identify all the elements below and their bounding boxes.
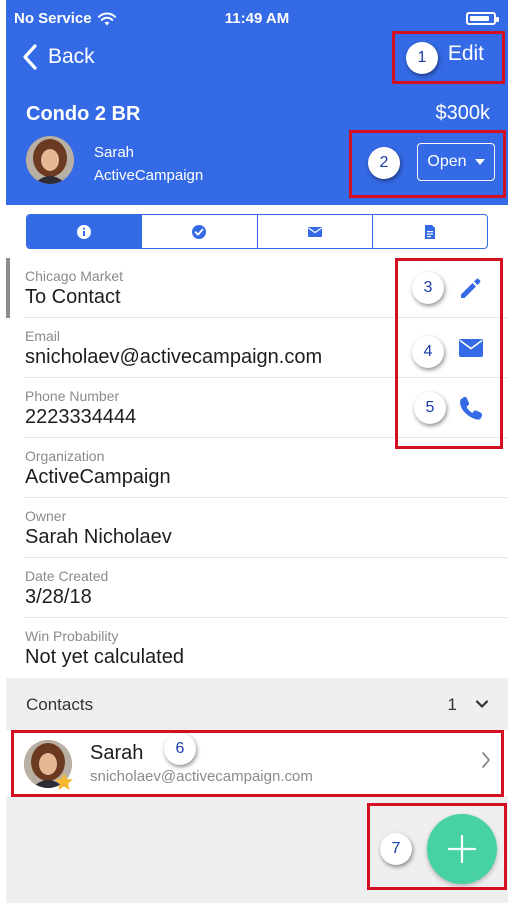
field-label: Email: [25, 328, 61, 344]
deal-detail-screen: No Service 11:49 AM Back Edit Condo 2 BR…: [6, 0, 508, 903]
field-label: Date Created: [25, 568, 109, 584]
field-label: Win Probability: [25, 628, 119, 644]
check-circle-icon: [192, 224, 207, 239]
field-value: 2223334444: [25, 406, 137, 428]
annotation-badge: 6: [164, 733, 196, 765]
field-win-probability: Win Probability Not yet calculated: [6, 618, 508, 678]
field-label: Owner: [25, 508, 67, 524]
info-icon: [77, 224, 92, 239]
field-date-created: Date Created 3/28/18: [6, 558, 508, 618]
owner-first-name: Sarah: [94, 144, 135, 161]
contacts-count: 1: [447, 695, 457, 714]
field-value: snicholaev@activecampaign.com: [25, 346, 323, 368]
detail-tabs: [26, 214, 488, 249]
battery-level: [470, 16, 489, 21]
tab-info[interactable]: [27, 215, 143, 248]
annotation-box-contact: [11, 730, 504, 797]
field-value: To Contact: [25, 286, 121, 308]
tab-notes[interactable]: [373, 215, 487, 248]
field-owner: Owner Sarah Nicholaev: [6, 498, 508, 558]
chevron-down-icon: [475, 700, 489, 708]
field-label: Chicago Market: [25, 268, 124, 284]
owner-organization: ActiveCampaign: [94, 167, 204, 184]
field-value: 3/28/18: [25, 586, 92, 608]
back-label: Back: [48, 45, 95, 68]
chevron-left-icon: [23, 44, 37, 70]
back-button[interactable]: Back: [22, 40, 95, 74]
annotation-badge: 1: [406, 42, 438, 74]
owner-avatar: [26, 136, 74, 184]
tab-email[interactable]: [258, 215, 373, 248]
annotation-badge: 7: [380, 833, 412, 865]
field-label: Organization: [25, 448, 105, 464]
envelope-icon: [307, 226, 322, 237]
contacts-section-header[interactable]: Contacts 1: [6, 678, 508, 730]
annotation-badge: 5: [414, 392, 446, 424]
deal-value: $300k: [435, 102, 491, 124]
battery-icon: [466, 12, 499, 25]
annotation-badge: 3: [412, 272, 444, 304]
clock: 11:49 AM: [224, 10, 290, 27]
field-value: ActiveCampaign: [25, 466, 171, 488]
status-bar: No Service 11:49 AM: [6, 0, 508, 34]
field-value: Sarah Nicholaev: [25, 526, 172, 548]
contacts-title: Contacts: [26, 695, 94, 714]
field-value: Not yet calculated: [25, 646, 184, 668]
document-icon: [424, 224, 435, 239]
annotation-badge: 2: [368, 147, 400, 179]
tab-tasks[interactable]: [142, 215, 258, 248]
field-label: Phone Number: [25, 388, 120, 404]
annotation-badge: 4: [412, 336, 444, 368]
deal-title: Condo 2 BR: [26, 103, 141, 125]
